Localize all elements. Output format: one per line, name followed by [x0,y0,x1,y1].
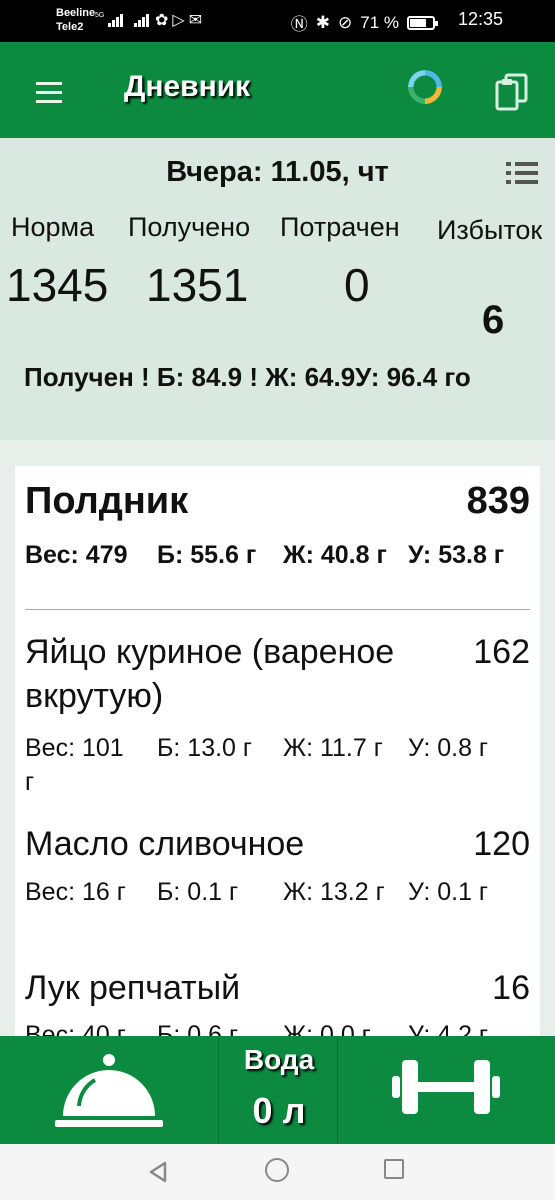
date-heading[interactable]: Вчера: 11.05, чт [0,156,555,189]
norm-label: Норма [11,212,95,242]
spent-value: 0 [344,259,370,311]
meal-protein: Б: 55.6 г [157,541,257,569]
food-item-kcal: 16 [492,969,530,1007]
carrier-2: Tele2 [56,21,84,33]
back-icon[interactable] [146,1160,170,1184]
food-item-weight: Вес: 101 [25,734,124,762]
carrier-1: Beeline [56,7,96,19]
app-notification-icon: ✿ [155,12,173,29]
page-title: Дневник [124,70,251,103]
network-type: 5G [95,12,105,19]
list-view-icon[interactable] [506,162,538,189]
food-item-carbs: У: 0.8 г [408,734,489,762]
excess-value: 6 [482,298,505,342]
signal-icon [108,11,123,27]
carrier-names: Beeline Tele2 [56,6,95,34]
battery-icon [407,15,438,30]
norm-value: 1345 [6,259,109,311]
recent-apps-icon[interactable] [384,1159,404,1179]
progress-ring-icon[interactable] [408,70,442,104]
meal-fat: Ж: 40.8 г [283,541,387,569]
excess-label: Избыток [437,215,543,245]
nfc-icon: Ⓝ [290,15,308,34]
water-value[interactable]: 0 л [220,1090,338,1132]
food-item-kcal: 120 [473,825,530,863]
status-bar: Beeline Tele2 5G ✿▷✉ Ⓝ ✱ ⊘ 71 % 12:35 [0,0,555,42]
clock: 12:35 [457,9,503,29]
meal-card[interactable]: Полдник 839 Вес: 479 Б: 55.6 г Ж: 40.8 г… [15,466,540,1046]
meal-header: Полдник 839 [25,480,530,524]
notification-icons: ✿▷✉ [155,10,206,30]
bluetooth-icon: ✱ [315,12,330,32]
water-label[interactable]: Вода [220,1044,338,1076]
system-nav-bar [0,1144,555,1200]
clipboard-icon[interactable] [494,72,530,112]
signal-icon [134,11,149,27]
food-item-name[interactable]: Лук репчатый [25,966,445,1010]
food-item-fat: Ж: 11.7 г [283,734,383,762]
food-cloche-icon[interactable] [55,1050,163,1130]
meal-carbs: У: 53.8 г [408,541,505,569]
food-item-name[interactable]: Масло сливочное [25,822,445,866]
mute-icon: ⊘ [338,12,353,32]
received-label: Получено [128,212,251,242]
bottom-bar: Вода 0 л [0,1036,555,1144]
home-icon[interactable] [265,1158,289,1182]
received-value: 1351 [146,259,249,311]
menu-icon[interactable] [36,82,62,109]
food-item-protein: Б: 13.0 г [157,734,253,762]
food-item-fat: Ж: 13.2 г [283,878,385,906]
app-bar: Дневник [0,42,555,138]
play-store-icon: ▷ [172,12,189,29]
day-summary: Вчера: 11.05, чт Норма Получено Потрачен… [0,138,555,440]
mail-icon: ✉ [188,12,207,29]
divider [218,1036,219,1144]
battery-percent: 71 % [360,12,399,32]
status-right: Ⓝ ✱ ⊘ 71 % [290,10,438,35]
divider [25,609,530,610]
meal-kcal: 839 [466,480,530,522]
meal-title: Полдник [25,480,189,522]
dumbbell-icon[interactable] [392,1056,500,1118]
food-item-name[interactable]: Яйцо куриное (вареное вкрутую) [25,630,445,718]
food-item-weight: Вес: 16 г [25,878,126,906]
divider [337,1036,338,1144]
food-item-kcal: 162 [473,633,530,671]
food-item-weight-unit: г [25,768,35,796]
spent-label: Потрачен [280,212,400,242]
macros-summary: Получен ! Б: 84.9 ! Ж: 64.9У: 96.4 го [24,362,471,392]
food-item-carbs: У: 0.1 г [408,878,489,906]
food-item-protein: Б: 0.1 г [157,878,239,906]
meal-weight: Вес: 479 [25,541,128,569]
